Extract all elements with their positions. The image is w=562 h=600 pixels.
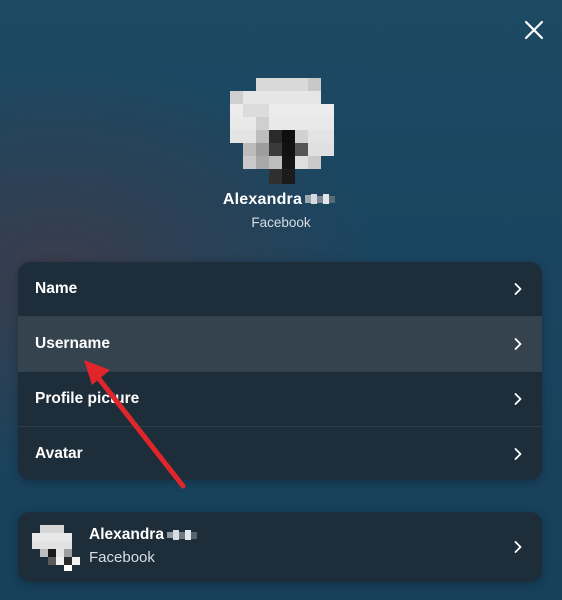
menu-item-label: Avatar <box>35 445 83 462</box>
account-settings-menu: Name Username Profile picture Avatar <box>18 262 542 480</box>
menu-item-label: Name <box>35 280 78 297</box>
menu-item-name[interactable]: Name <box>18 262 542 317</box>
account-source: Facebook <box>89 549 155 566</box>
chevron-right-icon <box>514 448 522 460</box>
redacted-surname <box>166 530 197 540</box>
profile-source: Facebook <box>251 215 311 230</box>
profile-name-text: Alexandra <box>222 191 303 208</box>
menu-item-username[interactable]: Username <box>18 317 542 372</box>
menu-item-profile-picture[interactable]: Profile picture <box>18 372 542 427</box>
avatar[interactable] <box>230 78 334 184</box>
chevron-right-icon <box>514 338 522 350</box>
redacted-surname <box>305 194 336 204</box>
chevron-right-icon <box>514 393 522 405</box>
chevron-right-icon <box>514 283 522 295</box>
account-card[interactable]: Alexandra Facebook <box>18 512 542 582</box>
menu-item-label: Username <box>35 335 110 352</box>
account-name: Alexandra <box>89 526 201 544</box>
profile-name: Alexandra <box>0 191 562 209</box>
account-name-text: Alexandra <box>89 526 164 543</box>
chevron-right-icon <box>514 541 522 553</box>
menu-item-avatar[interactable]: Avatar <box>18 427 542 480</box>
close-icon[interactable] <box>524 20 544 40</box>
account-avatar <box>32 525 80 571</box>
menu-item-label: Profile picture <box>35 390 140 407</box>
